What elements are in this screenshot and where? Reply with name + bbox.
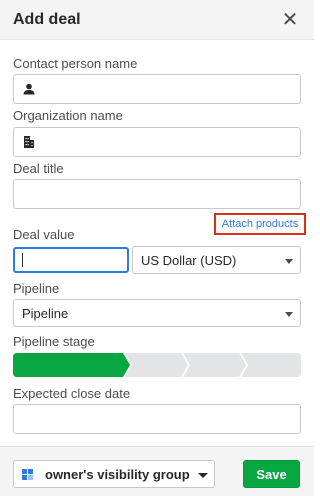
close-icon[interactable]: ✕ [280, 10, 300, 30]
pipeline-value: Pipeline [22, 306, 69, 321]
pipeline-stage-selector[interactable] [13, 353, 301, 377]
chevron-down-icon [285, 312, 293, 317]
building-icon [24, 136, 34, 148]
save-button[interactable]: Save [243, 460, 300, 488]
dialog-header: Add deal ✕ [0, 0, 314, 40]
attach-products-box: Attach products [214, 213, 306, 235]
expected-close-date-label: Expected close date [13, 386, 131, 401]
deal-title-label: Deal title [13, 161, 64, 176]
visibility-group-icon [22, 469, 33, 480]
contact-person-label: Contact person name [13, 56, 138, 71]
visibility-select[interactable]: owner's visibility group [13, 460, 215, 488]
pipeline-stage-label: Pipeline stage [13, 334, 95, 349]
pipeline-stage-1[interactable] [13, 353, 130, 377]
organization-label: Organization name [13, 108, 123, 123]
visibility-label: owner's visibility group [45, 467, 190, 482]
expected-close-date-input[interactable] [13, 404, 301, 434]
currency-value: US Dollar (USD) [141, 253, 237, 268]
deal-value-input[interactable] [13, 247, 129, 273]
pipeline-label: Pipeline [13, 281, 60, 296]
pipeline-stage-4[interactable] [241, 353, 301, 377]
save-label: Save [256, 467, 287, 482]
chevron-down-icon [285, 259, 293, 264]
contact-person-input[interactable] [13, 74, 301, 104]
pipeline-stage-2[interactable] [125, 353, 188, 377]
text-caret [22, 253, 23, 267]
organization-input[interactable] [13, 127, 301, 157]
chevron-down-icon [198, 473, 208, 478]
deal-value-label: Deal value [13, 227, 75, 242]
deal-title-input[interactable] [13, 179, 301, 209]
pipeline-select[interactable]: Pipeline [13, 299, 301, 327]
dialog-footer: owner's visibility group Save [0, 446, 314, 496]
person-icon [23, 83, 35, 95]
pipeline-stage-3[interactable] [183, 353, 246, 377]
currency-select[interactable]: US Dollar (USD) [132, 246, 301, 274]
dialog-title: Add deal [13, 11, 81, 28]
attach-products-link[interactable]: Attach products [216, 218, 304, 230]
